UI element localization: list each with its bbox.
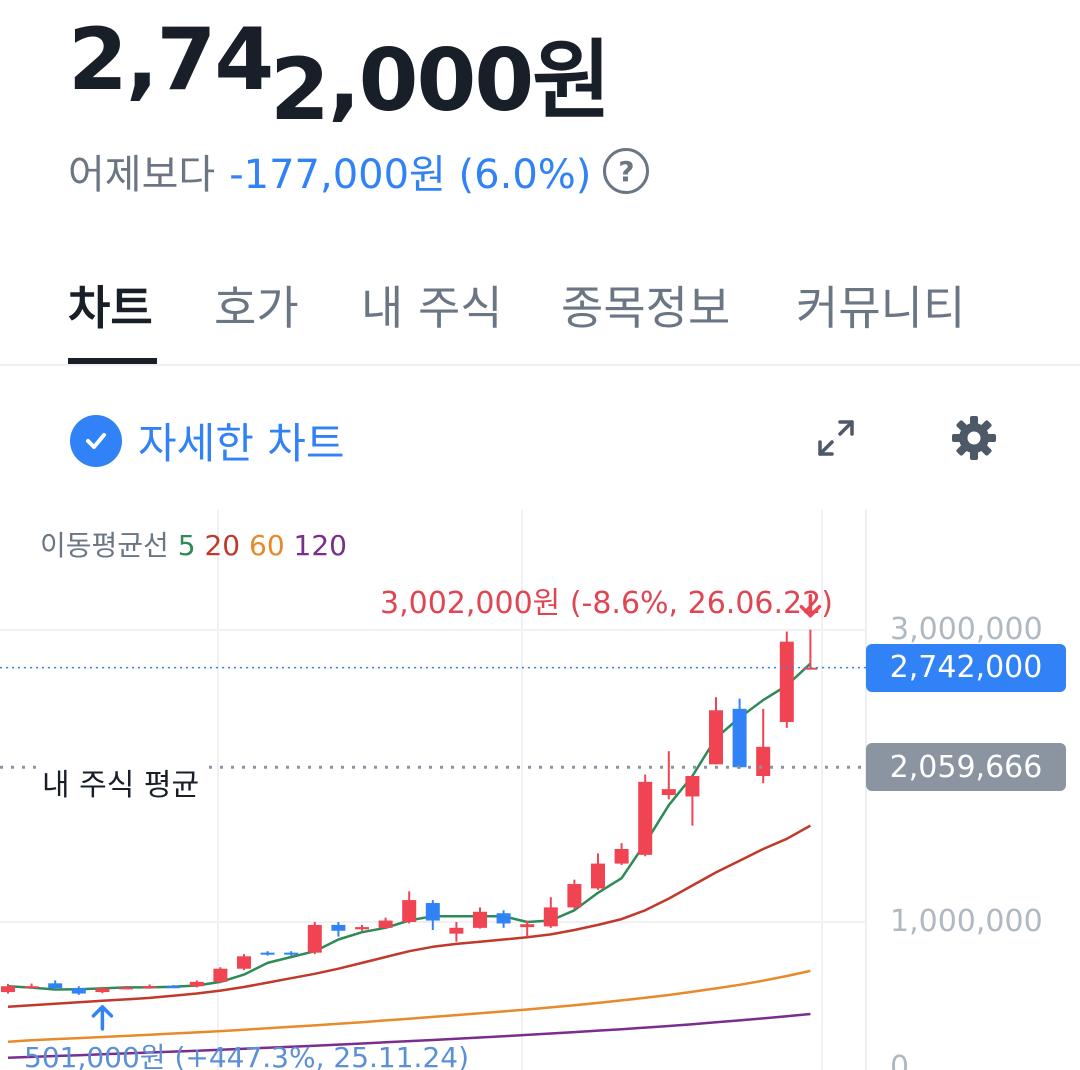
candle-body xyxy=(166,986,181,989)
candle-body xyxy=(331,924,346,931)
candle xyxy=(402,891,417,924)
moving-average-legend: 이동평균선 5 20 60 120 xyxy=(40,524,347,564)
candle xyxy=(496,910,511,928)
tab-chart[interactable]: 차트 xyxy=(68,272,153,338)
candle-body xyxy=(1,986,15,993)
candle xyxy=(48,980,63,990)
ma60-label: 60 xyxy=(249,529,285,562)
candle-body xyxy=(425,903,440,921)
candle-body xyxy=(378,920,393,928)
price-change-row: 어제보다 -177,000원 (6.0%) ? xyxy=(68,142,650,200)
change-label: 어제보다 xyxy=(68,152,216,198)
candle xyxy=(661,751,676,800)
detail-chart-toggle[interactable]: 자세한 차트 xyxy=(70,410,345,471)
check-circle-icon xyxy=(70,414,122,467)
candle xyxy=(685,776,700,826)
candle-body xyxy=(661,789,676,795)
candle-body xyxy=(638,781,653,855)
candle-body xyxy=(402,900,417,922)
detail-chart-label: 자세한 차트 xyxy=(138,419,345,468)
tab-stock-info[interactable]: 종목정보 xyxy=(561,272,730,338)
price-part-b: 2 xyxy=(270,40,330,140)
candle-body xyxy=(591,863,605,889)
candle-body xyxy=(48,983,63,988)
change-value: -177,000원 (6.0%) xyxy=(229,152,592,198)
ma60-line xyxy=(7,969,811,1043)
active-tab-indicator xyxy=(68,358,157,364)
candle xyxy=(355,924,369,931)
candle xyxy=(543,897,558,928)
expand-icon[interactable] xyxy=(814,416,858,460)
candle-body xyxy=(709,710,723,765)
candle xyxy=(307,922,322,955)
tab-my-stock[interactable]: 내 주식 xyxy=(361,272,503,338)
ma-legend-title: 이동평균선 xyxy=(40,529,169,562)
candle xyxy=(473,907,487,929)
candle-body xyxy=(260,952,275,955)
candle xyxy=(213,967,228,983)
y-axis-label: 0 xyxy=(890,1050,910,1070)
candle-body xyxy=(567,884,582,908)
candle xyxy=(756,708,771,784)
candle-body xyxy=(213,968,228,982)
candle-body xyxy=(24,986,39,989)
ma5-label: 5 xyxy=(177,529,196,562)
candle xyxy=(331,922,346,937)
candle-body xyxy=(189,981,204,987)
candle-body xyxy=(496,913,511,924)
candle xyxy=(732,698,747,769)
candle-body xyxy=(355,927,369,930)
average-price-badge: 2,059,666 xyxy=(866,743,1066,792)
price-part-a: 2,74 xyxy=(68,10,274,110)
candle xyxy=(71,986,86,995)
ma5-line xyxy=(7,662,812,991)
candle-body xyxy=(142,986,157,989)
y-axis-label: 1,000,000 xyxy=(890,904,1043,939)
candle-body xyxy=(119,987,133,990)
candle-body xyxy=(237,956,251,969)
low-arrow-icon xyxy=(91,1005,114,1031)
candle xyxy=(260,951,275,956)
gear-icon[interactable] xyxy=(950,414,998,462)
candle-body xyxy=(449,927,464,934)
question-circle-icon[interactable]: ? xyxy=(603,148,650,194)
candle-body xyxy=(779,641,794,722)
candle xyxy=(237,954,251,971)
ma120-label: 120 xyxy=(293,529,347,562)
candle xyxy=(803,629,818,670)
candle xyxy=(709,697,723,765)
candle xyxy=(638,774,653,857)
tab-community[interactable]: 커뮤니티 xyxy=(796,272,965,338)
low-price-label: 501,000원 (+447.3%, 25.11.24) xyxy=(24,1041,470,1070)
candle-body xyxy=(520,924,535,928)
high-price-label: 3,002,000원 (-8.6%, 26.06.22) xyxy=(380,586,833,621)
ma20-label: 20 xyxy=(204,529,241,562)
candle-body xyxy=(614,849,629,864)
candle-body xyxy=(543,907,558,927)
candle xyxy=(142,984,157,989)
y-axis-label: 3,000,000 xyxy=(890,612,1043,647)
current-price-badge: 2,742,000 xyxy=(866,643,1066,692)
candle-body xyxy=(473,911,487,928)
candle xyxy=(378,917,393,929)
candle xyxy=(567,879,582,909)
candle-body xyxy=(732,708,747,768)
candle-body xyxy=(284,952,299,955)
tab-orderbook[interactable]: 호가 xyxy=(214,272,299,338)
candle-body xyxy=(71,987,86,994)
average-price-label: 내 주식 평균 xyxy=(40,760,202,804)
candle xyxy=(591,853,605,890)
candle xyxy=(614,843,629,866)
candle-body xyxy=(95,988,110,993)
candle xyxy=(24,983,39,989)
candle-body xyxy=(685,776,700,797)
candle xyxy=(779,631,794,728)
tab-bar: 차트 호가 내 주식 종목정보 커뮤니티 xyxy=(0,262,1080,366)
price-part-c: ,000원 xyxy=(328,31,611,131)
candle-body xyxy=(756,746,771,776)
candle-body xyxy=(307,924,322,953)
candle xyxy=(425,900,440,931)
candle xyxy=(449,922,464,942)
